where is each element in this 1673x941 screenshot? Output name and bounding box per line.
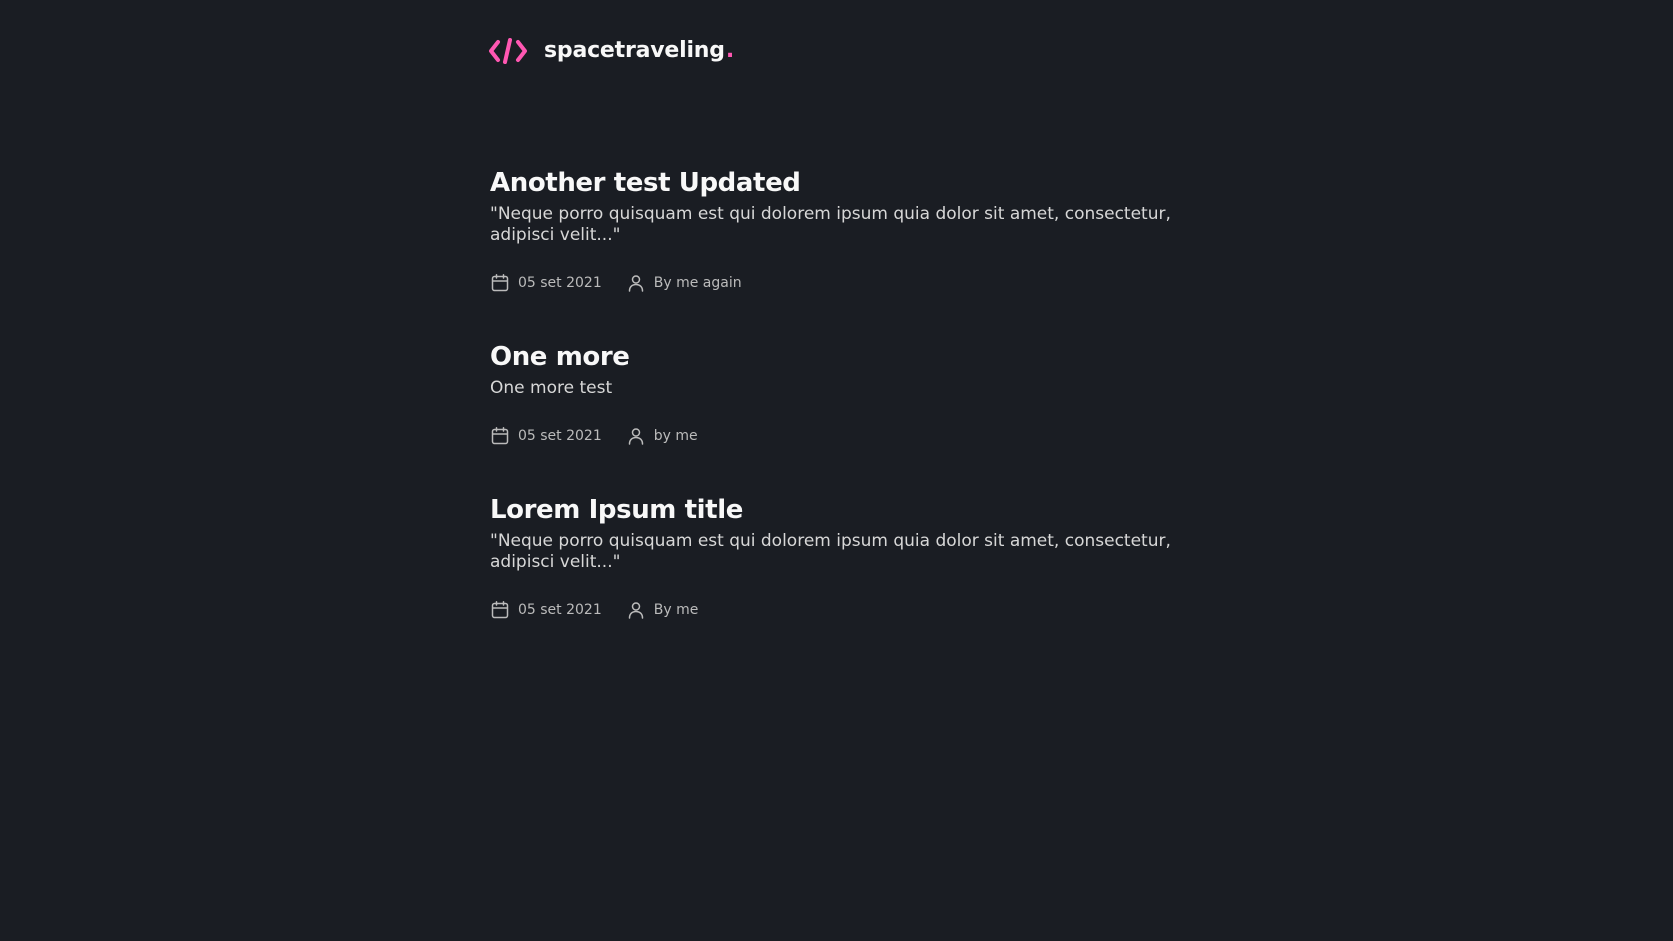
post-item[interactable]: Another test Updated "Neque porro quisqu… (490, 166, 1190, 292)
post-title[interactable]: Lorem Ipsum title (490, 493, 1190, 527)
post-author: By me (626, 600, 699, 620)
post-author-text: By me (653, 602, 699, 618)
user-icon (628, 275, 643, 292)
calendar-icon (491, 427, 509, 445)
post-title[interactable]: One more (490, 340, 1190, 374)
post-date-text: 05 set 2021 (518, 602, 602, 618)
post-subtitle: "Neque porro quisquam est qui dolorem ip… (490, 531, 1171, 572)
post-date: 05 set 2021 (490, 600, 602, 620)
calendar-icon (491, 601, 509, 619)
code-brackets-icon[interactable] (488, 37, 528, 65)
logo-dot: . (725, 38, 735, 63)
logo-text[interactable]: spacetraveling (544, 40, 725, 62)
post-title[interactable]: Another test Updated (490, 166, 1190, 200)
post-date: 05 set 2021 (490, 273, 602, 293)
post-item[interactable]: One more One more test 05 set 2021 by me (490, 340, 1190, 445)
user-icon (628, 602, 643, 619)
post-info: 05 set 2021 By me (490, 600, 698, 620)
user-icon (628, 428, 643, 445)
post-subtitle: One more test (490, 378, 613, 398)
site-header: spacetraveling . (488, 34, 734, 68)
post-date: 05 set 2021 (490, 426, 602, 446)
post-author-text: By me again (653, 275, 742, 291)
post-author: By me again (626, 273, 742, 293)
post-item[interactable]: Lorem Ipsum title "Neque porro quisquam … (490, 493, 1190, 619)
post-info: 05 set 2021 By me again (490, 273, 742, 293)
post-subtitle: "Neque porro quisquam est qui dolorem ip… (490, 204, 1171, 245)
post-date-text: 05 set 2021 (518, 428, 602, 444)
post-info: 05 set 2021 by me (490, 426, 698, 446)
post-author-text: by me (653, 428, 698, 444)
calendar-icon (491, 274, 509, 292)
post-date-text: 05 set 2021 (518, 275, 602, 291)
post-author: by me (626, 426, 698, 446)
